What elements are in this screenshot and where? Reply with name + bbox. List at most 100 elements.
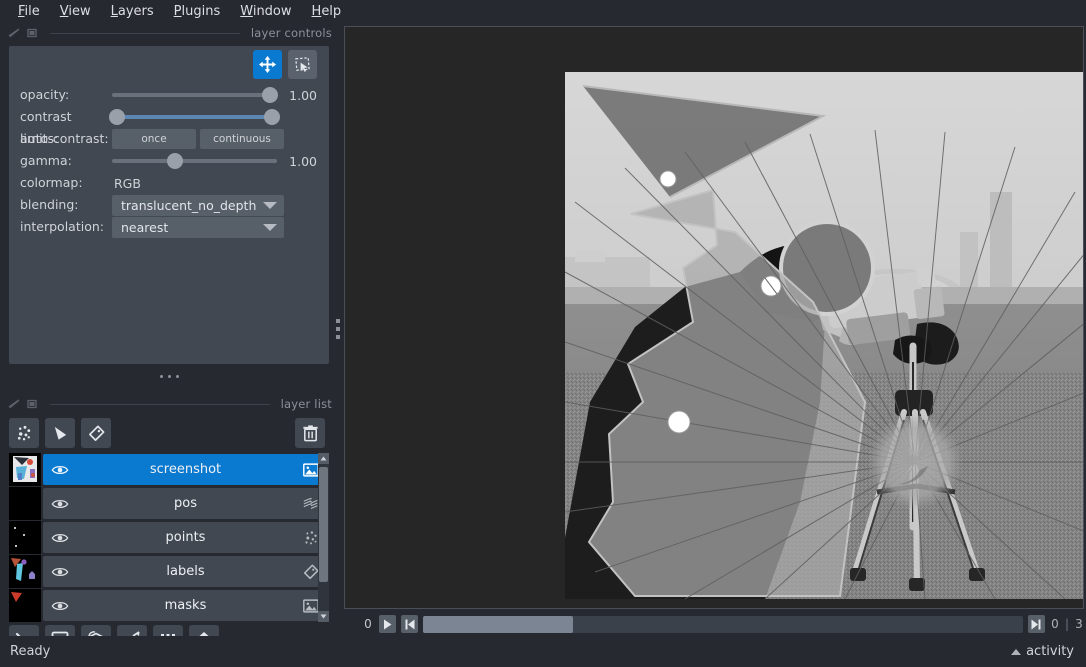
menu-bar: File View Layers Plugins Window Help — [0, 0, 1086, 24]
layer-visibility-toggle[interactable] — [51, 529, 69, 547]
move-arrows-icon — [258, 55, 277, 74]
gamma-handle[interactable] — [166, 153, 183, 169]
menu-file[interactable]: File — [8, 2, 50, 22]
left-dock: layer controls opacity: 1.00 contrast li… — [0, 24, 338, 655]
gamma-slider[interactable] — [112, 151, 277, 171]
first-frame-button[interactable] — [401, 615, 418, 633]
menu-view[interactable]: View — [50, 2, 101, 22]
layer-thumbnail — [9, 589, 41, 622]
handle-dot — [159, 374, 163, 378]
undock-icon[interactable] — [26, 27, 39, 39]
contrast-limits-slider[interactable] — [108, 107, 281, 127]
opacity-slider[interactable] — [112, 85, 279, 105]
splitter-dot — [336, 319, 340, 323]
interpolation-value: nearest — [121, 219, 169, 235]
undock-icon[interactable] — [26, 398, 39, 410]
float-dock-icon[interactable] — [8, 398, 21, 410]
layer-visibility-toggle[interactable] — [51, 461, 69, 479]
pan-zoom-mode-button[interactable] — [253, 50, 282, 79]
blending-dropdown[interactable]: translucent_no_depth — [112, 194, 284, 216]
layer-row-body[interactable]: pos — [43, 488, 328, 519]
dock-title-rule — [50, 403, 270, 405]
layer-row[interactable]: points — [9, 521, 329, 554]
eye-icon — [51, 465, 69, 474]
contrast-limits-low-handle[interactable] — [108, 109, 125, 125]
status-message: Ready — [10, 644, 51, 659]
activity-button[interactable]: activity — [1011, 644, 1074, 659]
splitter-dot — [336, 327, 340, 331]
dimension-slider-bar: 0 0 | 3 — [344, 612, 1086, 636]
contrast-limits-high-handle[interactable] — [264, 109, 281, 125]
points-icon — [17, 425, 30, 440]
eye-icon — [51, 499, 69, 508]
layer-row-body[interactable]: screenshot — [43, 454, 328, 485]
layer-row[interactable]: labels — [9, 555, 329, 588]
step-first-icon — [405, 619, 414, 629]
layer-name: screenshot — [149, 462, 222, 477]
layer-list-scrollbar[interactable] — [318, 453, 329, 622]
blending-value: translucent_no_depth — [121, 197, 257, 213]
layer-list-label: layer list — [280, 397, 332, 411]
scroll-up-arrow[interactable] — [318, 453, 329, 464]
layer-visibility-toggle[interactable] — [51, 563, 69, 581]
handle-dot — [167, 374, 171, 378]
layer-row-body[interactable]: points — [43, 522, 328, 553]
layer-list[interactable]: screenshot pos points labels masks — [9, 453, 329, 622]
opacity-handle[interactable] — [262, 87, 279, 103]
layer-row[interactable]: masks — [9, 589, 329, 622]
dock-title-rule — [50, 32, 240, 34]
layer-row[interactable]: pos — [9, 487, 329, 520]
status-bar: Ready activity — [0, 636, 1086, 667]
layer-visibility-toggle[interactable] — [51, 597, 69, 615]
auto-contrast-once-button[interactable]: once — [112, 129, 196, 149]
main-splitter-handle[interactable] — [332, 24, 344, 634]
interpolation-dropdown[interactable]: nearest — [112, 216, 284, 238]
new-labels-layer-button[interactable] — [81, 418, 111, 448]
scroll-down-arrow[interactable] — [318, 611, 329, 622]
viewer-canvas[interactable] — [344, 26, 1084, 609]
auto-contrast-group: once continuous — [112, 129, 284, 149]
napari-main-window: File View Layers Plugins Window Help lay… — [0, 0, 1086, 667]
menu-window[interactable]: Window — [230, 2, 301, 22]
shapes-icon — [54, 426, 66, 440]
auto-contrast-label: auto-contrast: — [20, 131, 109, 146]
transform-mode-button[interactable] — [288, 50, 317, 79]
layer-controls-panel: opacity: 1.00 contrast limits: auto-cont… — [9, 46, 329, 364]
layer-controls-label: layer controls — [250, 26, 332, 40]
chevron-down-icon — [263, 201, 277, 209]
dimension-slider-thumb[interactable] — [423, 615, 573, 633]
opacity-track — [112, 93, 277, 97]
transform-select-icon — [295, 57, 310, 72]
delete-layer-button[interactable] — [295, 418, 325, 448]
menu-plugins[interactable]: Plugins — [164, 2, 231, 22]
activity-label: activity — [1026, 644, 1074, 659]
auto-contrast-continuous-button[interactable]: continuous — [200, 129, 284, 149]
layer-visibility-toggle[interactable] — [51, 495, 69, 513]
new-shapes-layer-button[interactable] — [45, 418, 75, 448]
step-last-icon — [1031, 619, 1041, 629]
layer-name: points — [165, 530, 206, 545]
eye-icon — [51, 601, 69, 610]
canvas-inner — [345, 27, 1083, 608]
dock-resize-handle[interactable] — [0, 368, 338, 384]
menu-layers[interactable]: Layers — [101, 2, 164, 22]
layer-row-body[interactable]: labels — [43, 556, 328, 587]
layer-name: pos — [174, 496, 197, 511]
layer-name: labels — [166, 564, 205, 579]
eye-icon — [51, 567, 69, 576]
splitter-dot — [336, 335, 340, 339]
layer-controls-dock-title: layer controls — [0, 24, 338, 42]
last-frame-button[interactable] — [1027, 615, 1045, 633]
composited-layer-render — [565, 72, 1083, 599]
interpolation-label: interpolation: — [20, 219, 104, 234]
menu-help[interactable]: Help — [302, 2, 352, 22]
dims-axis-label: 0 — [364, 617, 372, 631]
new-points-layer-button[interactable] — [9, 418, 39, 448]
dimension-slider[interactable] — [423, 615, 1023, 633]
scrollbar-thumb[interactable] — [319, 467, 328, 582]
layer-row[interactable]: screenshot — [9, 453, 329, 486]
layer-thumbnail — [9, 487, 41, 520]
play-button[interactable] — [379, 615, 396, 633]
float-dock-icon[interactable] — [8, 27, 21, 39]
layer-row-body[interactable]: masks — [43, 590, 328, 621]
